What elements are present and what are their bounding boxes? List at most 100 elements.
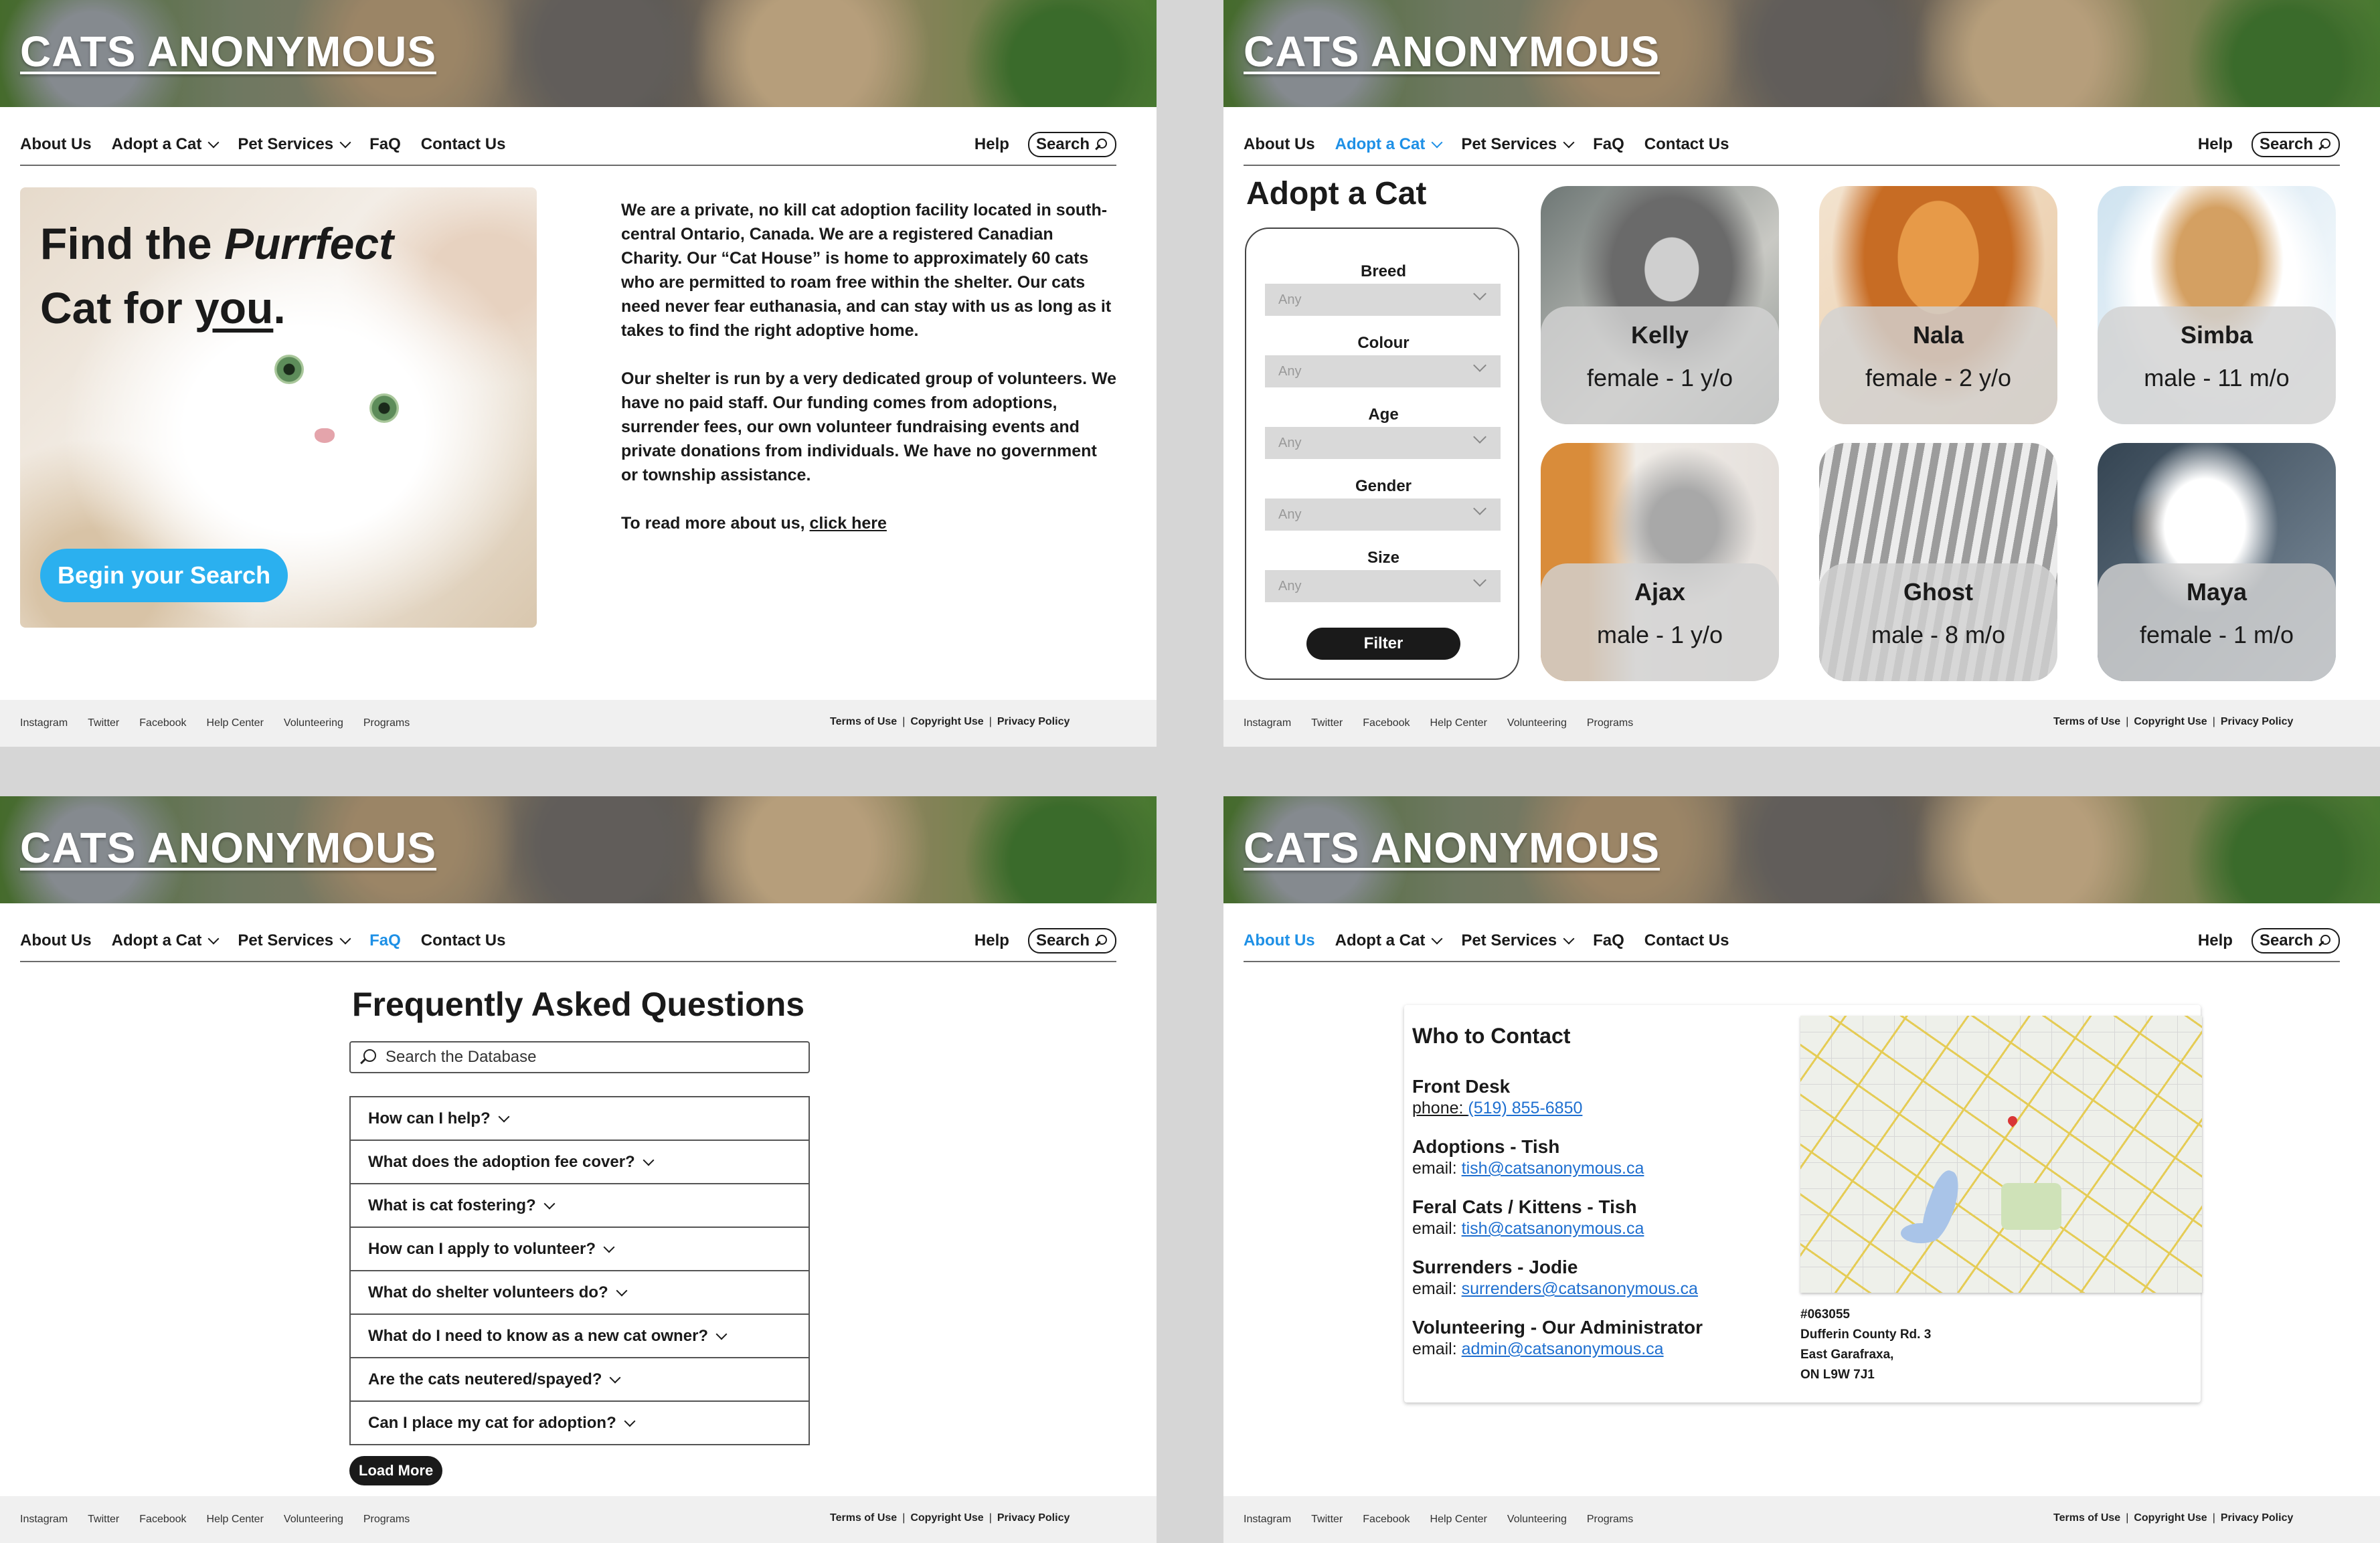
nav-faq[interactable]: FaQ	[369, 135, 401, 154]
nav-faq[interactable]: FaQ	[1593, 135, 1624, 154]
email-link[interactable]: tish@catsanonymous.ca	[1462, 1219, 1644, 1238]
gender-select[interactable]: Any	[1265, 498, 1501, 531]
faq-item[interactable]: What does the adoption fee cover?	[351, 1141, 809, 1184]
nav-about-us[interactable]: About Us	[20, 931, 92, 950]
footer-volunteering[interactable]: Volunteering	[1507, 717, 1567, 729]
faq-item[interactable]: What is cat fostering?	[351, 1184, 809, 1228]
faq-item[interactable]: Can I place my cat for adoption?	[351, 1402, 809, 1445]
footer-volunteering[interactable]: Volunteering	[284, 1514, 343, 1526]
cat-card[interactable]: Ajax male - 1 y/o	[1541, 443, 1779, 681]
footer-twitter[interactable]: Twitter	[1311, 1514, 1343, 1526]
privacy-link[interactable]: Privacy Policy	[997, 1512, 1070, 1524]
footer-instagram[interactable]: Instagram	[20, 1514, 68, 1526]
faq-item[interactable]: How can I apply to volunteer?	[351, 1228, 809, 1271]
footer-facebook[interactable]: Facebook	[1363, 717, 1410, 729]
nav-contact-us[interactable]: Contact Us	[1644, 135, 1729, 154]
email-link[interactable]: tish@catsanonymous.ca	[1462, 1159, 1644, 1178]
footer-volunteering[interactable]: Volunteering	[1507, 1514, 1567, 1526]
nav-contact-us[interactable]: Contact Us	[1644, 931, 1729, 950]
cat-card[interactable]: Nala female - 2 y/o	[1819, 186, 2057, 424]
privacy-link[interactable]: Privacy Policy	[2221, 1512, 2294, 1524]
footer-facebook[interactable]: Facebook	[1363, 1514, 1410, 1526]
nav-faq[interactable]: FaQ	[1593, 931, 1624, 950]
email-link[interactable]: surrenders@catsanonymous.ca	[1462, 1279, 1698, 1298]
nav-pet-services[interactable]: Pet Services	[238, 931, 351, 950]
footer-help-center[interactable]: Help Center	[1430, 717, 1487, 729]
site-logo[interactable]: CATS ANONYMOUS	[20, 823, 436, 873]
footer-programs[interactable]: Programs	[363, 1514, 410, 1526]
footer-help-center[interactable]: Help Center	[207, 1514, 264, 1526]
footer-facebook[interactable]: Facebook	[139, 1514, 186, 1526]
site-logo[interactable]: CATS ANONYMOUS	[20, 27, 436, 76]
search-button[interactable]: Search	[1027, 132, 1116, 157]
faq-item[interactable]: What do shelter volunteers do?	[351, 1271, 809, 1315]
footer-volunteering[interactable]: Volunteering	[284, 717, 343, 729]
nav-about-us[interactable]: About Us	[1244, 135, 1315, 154]
breed-select[interactable]: Any	[1265, 284, 1501, 316]
nav-faq[interactable]: FaQ	[369, 931, 401, 950]
colour-select[interactable]: Any	[1265, 355, 1501, 387]
footer-twitter[interactable]: Twitter	[88, 1514, 119, 1526]
footer-help-center[interactable]: Help Center	[1430, 1514, 1487, 1526]
site-logo[interactable]: CATS ANONYMOUS	[1244, 27, 1660, 76]
terms-link[interactable]: Terms of Use	[2053, 1512, 2120, 1524]
faq-search-input[interactable]: Search the Database	[349, 1041, 810, 1073]
footer-instagram[interactable]: Instagram	[1244, 1514, 1291, 1526]
cat-card[interactable]: Ghost male - 8 m/o	[1819, 443, 2057, 681]
footer-help-center[interactable]: Help Center	[207, 717, 264, 729]
search-button[interactable]: Search	[2251, 132, 2340, 157]
nav-adopt-a-cat[interactable]: Adopt a Cat	[1335, 135, 1443, 154]
copyright-link[interactable]: Copyright Use	[910, 716, 983, 728]
size-select[interactable]: Any	[1265, 570, 1501, 602]
nav-about-us[interactable]: About Us	[20, 135, 92, 154]
footer-twitter[interactable]: Twitter	[88, 717, 119, 729]
cat-card[interactable]: Maya female - 1 m/o	[2098, 443, 2336, 681]
cat-card[interactable]: Simba male - 11 m/o	[2098, 186, 2336, 424]
nav-help[interactable]: Help	[974, 931, 1009, 950]
search-button[interactable]: Search	[1027, 928, 1116, 954]
nav-about-us[interactable]: About Us	[1244, 931, 1315, 950]
nav-pet-services[interactable]: Pet Services	[1461, 135, 1575, 154]
privacy-link[interactable]: Privacy Policy	[2221, 716, 2294, 728]
load-more-button[interactable]: Load More	[349, 1456, 443, 1485]
terms-link[interactable]: Terms of Use	[830, 716, 897, 728]
footer-instagram[interactable]: Instagram	[20, 717, 68, 729]
cat-card[interactable]: Kelly female - 1 y/o	[1541, 186, 1779, 424]
footer-twitter[interactable]: Twitter	[1311, 717, 1343, 729]
nav-contact-us[interactable]: Contact Us	[421, 931, 506, 950]
footer-programs[interactable]: Programs	[1587, 717, 1633, 729]
nav-adopt-a-cat[interactable]: Adopt a Cat	[1335, 931, 1443, 950]
nav-pet-services[interactable]: Pet Services	[1461, 931, 1575, 950]
filter-button[interactable]: Filter	[1306, 628, 1460, 660]
about-paragraph-3: To read more about us, click here	[621, 511, 1116, 535]
site-logo[interactable]: CATS ANONYMOUS	[1244, 823, 1660, 873]
footer-instagram[interactable]: Instagram	[1244, 717, 1291, 729]
age-select[interactable]: Any	[1265, 427, 1501, 459]
location-map[interactable]	[1800, 1016, 2202, 1293]
nav-contact-us[interactable]: Contact Us	[421, 135, 506, 154]
terms-link[interactable]: Terms of Use	[2053, 716, 2120, 728]
faq-item[interactable]: How can I help?	[351, 1097, 809, 1141]
email-link[interactable]: admin@catsanonymous.ca	[1462, 1340, 1664, 1358]
footer-programs[interactable]: Programs	[1587, 1514, 1633, 1526]
nav-help[interactable]: Help	[974, 135, 1009, 154]
search-button[interactable]: Search	[2251, 928, 2340, 954]
nav-help[interactable]: Help	[2198, 931, 2233, 950]
copyright-link[interactable]: Copyright Use	[910, 1512, 983, 1524]
nav-adopt-a-cat[interactable]: Adopt a Cat	[112, 135, 220, 154]
copyright-link[interactable]: Copyright Use	[2134, 716, 2207, 728]
map-pin-icon[interactable]	[2006, 1114, 2019, 1127]
faq-item[interactable]: What do I need to know as a new cat owne…	[351, 1315, 809, 1358]
terms-link[interactable]: Terms of Use	[830, 1512, 897, 1524]
click-here-link[interactable]: click here	[810, 514, 887, 533]
privacy-link[interactable]: Privacy Policy	[997, 716, 1070, 728]
phone-link[interactable]: (519) 855-6850	[1468, 1099, 1582, 1117]
begin-search-button[interactable]: Begin your Search	[40, 549, 288, 602]
nav-help[interactable]: Help	[2198, 135, 2233, 154]
nav-adopt-a-cat[interactable]: Adopt a Cat	[112, 931, 220, 950]
footer-programs[interactable]: Programs	[363, 717, 410, 729]
copyright-link[interactable]: Copyright Use	[2134, 1512, 2207, 1524]
faq-item[interactable]: Are the cats neutered/spayed?	[351, 1358, 809, 1402]
nav-pet-services[interactable]: Pet Services	[238, 135, 351, 154]
footer-facebook[interactable]: Facebook	[139, 717, 186, 729]
